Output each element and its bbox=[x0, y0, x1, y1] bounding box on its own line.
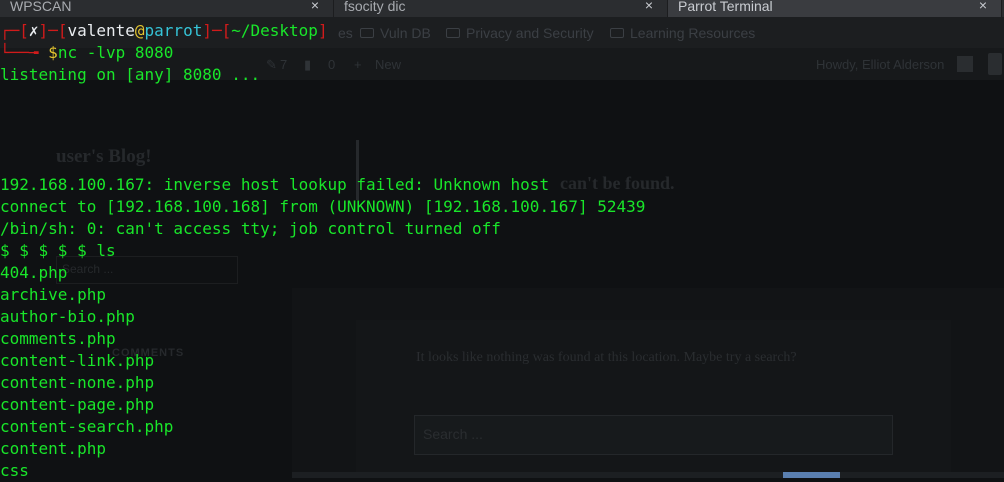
output-line: /bin/sh: 0: can't access tty; job contro… bbox=[0, 219, 501, 238]
output-line: $ $ $ $ $ ls bbox=[0, 241, 116, 260]
output-line: content-search.php bbox=[0, 417, 174, 436]
speech-bubble-icon[interactable]: ▮ bbox=[304, 57, 311, 73]
sidebar-search-placeholder: Search ... bbox=[62, 262, 114, 276]
search-placeholder: Search ... bbox=[423, 426, 483, 442]
plus-icon[interactable]: + bbox=[354, 57, 362, 72]
scroll-thumb[interactable] bbox=[783, 472, 840, 478]
prompt-user: valente bbox=[67, 21, 135, 40]
command-line: └──╼ $nc -lvp 8080 bbox=[0, 43, 174, 62]
new-button[interactable]: New bbox=[375, 57, 401, 72]
comment-icon[interactable]: ✎ bbox=[266, 57, 277, 73]
close-icon[interactable]: × bbox=[645, 0, 653, 12]
output-line: listening on [any] 8080 ... bbox=[0, 65, 261, 84]
bottom-bar bbox=[292, 472, 1004, 478]
output-line: css bbox=[0, 461, 29, 480]
prompt-host: parrot bbox=[144, 21, 203, 40]
close-icon[interactable]: × bbox=[979, 0, 987, 12]
not-found-heading: can't be found. bbox=[560, 173, 675, 193]
tab-title: fsocity dic bbox=[344, 0, 406, 14]
tab-title: Parrot Terminal bbox=[678, 0, 773, 14]
bookmark-item[interactable]: es bbox=[338, 25, 353, 41]
tab-wpscan[interactable]: WPSCAN × bbox=[0, 0, 334, 17]
prompt-path: ~/Desktop bbox=[231, 21, 318, 40]
folder-icon bbox=[360, 28, 374, 38]
not-found-message: It looks like nothing was found at this … bbox=[416, 350, 797, 365]
tab-bar: WPSCAN × fsocity dic × Parrot Terminal × bbox=[0, 0, 1004, 17]
howdy-user[interactable]: Howdy, Elliot Alderson bbox=[816, 57, 944, 72]
bookmark-privacy-security[interactable]: Privacy and Security bbox=[446, 25, 594, 41]
output-line: comments.php bbox=[0, 329, 116, 348]
output-line: author-bio.php bbox=[0, 307, 135, 326]
prompt-line: ┌─[✗]─[valente@parrot]─[~/Desktop] bbox=[0, 21, 328, 40]
bubble-count[interactable]: 0 bbox=[328, 57, 335, 72]
output-line: content-page.php bbox=[0, 395, 155, 414]
x-mark-icon: ✗ bbox=[28, 21, 39, 40]
output-line: connect to [192.168.100.168] from (UNKNO… bbox=[0, 197, 646, 216]
output-line: content.php bbox=[0, 439, 106, 458]
tab-fsocity-dic[interactable]: fsocity dic × bbox=[334, 0, 668, 17]
tab-title: WPSCAN bbox=[10, 0, 72, 14]
tab-parrot-terminal[interactable]: Parrot Terminal × bbox=[668, 0, 1002, 17]
blog-title[interactable]: user's Blog! bbox=[56, 146, 152, 168]
output-line: content-none.php bbox=[0, 373, 155, 392]
folder-icon bbox=[446, 28, 460, 38]
output-line: content-link.php bbox=[0, 351, 155, 370]
folder-icon bbox=[610, 28, 624, 38]
output-line: archive.php bbox=[0, 285, 106, 304]
search-input[interactable] bbox=[414, 415, 893, 455]
close-icon[interactable]: × bbox=[311, 0, 319, 12]
comments-count[interactable]: 7 bbox=[280, 57, 287, 72]
output-line: 192.168.100.167: inverse host lookup fai… bbox=[0, 175, 550, 194]
scrollbar[interactable] bbox=[988, 53, 1002, 75]
bookmark-learning-resources[interactable]: Learning Resources bbox=[610, 25, 755, 41]
command-text: nc -lvp 8080 bbox=[57, 43, 174, 62]
output-line: 404.php bbox=[0, 263, 68, 282]
bookmark-vuln-db[interactable]: Vuln DB bbox=[360, 25, 431, 41]
avatar[interactable] bbox=[957, 56, 973, 72]
